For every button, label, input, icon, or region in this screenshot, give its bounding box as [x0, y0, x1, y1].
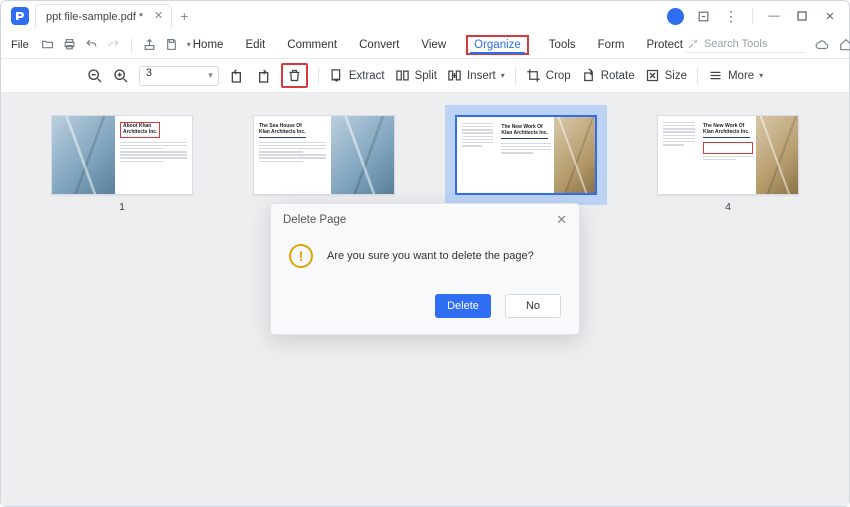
modal-overlay: Delete Page ✕ ! Are you sure you want to… — [1, 93, 849, 506]
tab-protect[interactable]: Protect — [645, 35, 685, 55]
tab-view[interactable]: View — [419, 35, 448, 55]
size-icon — [645, 68, 660, 83]
wand-icon — [687, 38, 699, 50]
rotate-icon — [581, 68, 596, 83]
split-label: Split — [415, 70, 437, 82]
rotate-button[interactable]: Rotate — [581, 68, 635, 83]
organize-toolbar: 3 ▾ Extract Split Insert ▾ Crop Rotate S… — [1, 59, 849, 93]
size-button[interactable]: Size — [645, 68, 687, 83]
insert-label: Insert — [467, 70, 496, 82]
split-icon — [395, 68, 410, 83]
delete-page-button[interactable] — [281, 63, 308, 88]
titlebar-right: ⋮ ― ✕ — [667, 7, 843, 25]
insert-button[interactable]: Insert ▾ — [447, 68, 505, 83]
menubar: File ▾ Home Edit Comment Convert View Or… — [1, 31, 849, 59]
document-tab[interactable]: ppt file-sample.pdf * ✕ — [35, 4, 172, 28]
main-tabs: Home Edit Comment Convert View Organize … — [191, 35, 685, 55]
thumbnail-canvas: About Khan Architects Inc. 1 The Sea Hou… — [1, 93, 849, 506]
app-icon — [11, 7, 29, 25]
undo-icon[interactable] — [85, 38, 98, 51]
cloud-icon[interactable] — [815, 38, 829, 52]
insert-icon — [447, 68, 462, 83]
user-avatar[interactable] — [667, 8, 684, 25]
home-icon[interactable] — [839, 38, 850, 52]
dialog-title: Delete Page — [283, 214, 346, 226]
document-tab-title: ppt file-sample.pdf * — [46, 11, 143, 23]
crop-button[interactable]: Crop — [526, 68, 571, 83]
no-button[interactable]: No — [505, 294, 561, 318]
rotate-right-icon[interactable] — [255, 68, 271, 84]
tab-comment[interactable]: Comment — [285, 35, 339, 55]
delete-page-dialog: Delete Page ✕ ! Are you sure you want to… — [270, 203, 580, 335]
dialog-close-icon[interactable]: ✕ — [556, 212, 567, 228]
page-number-input[interactable]: 3 ▾ — [139, 66, 219, 86]
titlebar: ppt file-sample.pdf * ✕ + ⋮ ― ✕ — [1, 1, 849, 31]
more-icon — [708, 68, 723, 83]
rotate-left-icon[interactable] — [229, 68, 245, 84]
tab-convert[interactable]: Convert — [357, 35, 401, 55]
more-button[interactable]: More ▾ — [708, 68, 763, 83]
app-menu-icon[interactable] — [694, 7, 712, 25]
zoom-out-icon[interactable] — [87, 68, 103, 84]
more-label: More — [728, 70, 754, 82]
delete-confirm-button[interactable]: Delete — [435, 294, 491, 318]
crop-icon — [526, 68, 541, 83]
dialog-message: Are you sure you want to delete the page… — [327, 250, 534, 262]
chevron-down-icon: ▾ — [501, 71, 505, 80]
open-icon[interactable] — [41, 38, 54, 51]
extract-icon — [329, 68, 344, 83]
chevron-down-icon: ▾ — [759, 71, 763, 80]
search-placeholder: Search Tools — [704, 38, 767, 50]
kebab-menu-icon[interactable]: ⋮ — [722, 7, 740, 25]
search-tools[interactable]: Search Tools — [685, 36, 805, 53]
new-tab-button[interactable]: + — [180, 8, 188, 24]
save-icon[interactable] — [165, 38, 178, 51]
tab-edit[interactable]: Edit — [243, 35, 267, 55]
redo-icon[interactable] — [107, 38, 120, 51]
menubar-right: Search Tools — [685, 36, 850, 53]
zoom-in-icon[interactable] — [113, 68, 129, 84]
page-number-value: 3 — [146, 67, 152, 79]
tab-form[interactable]: Form — [596, 35, 627, 55]
quick-access: ▾ — [41, 38, 191, 52]
file-menu[interactable]: File — [11, 39, 29, 51]
tab-tools[interactable]: Tools — [547, 35, 578, 55]
minimize-icon[interactable]: ― — [765, 7, 783, 25]
close-tab-icon[interactable]: ✕ — [154, 9, 163, 22]
tab-home[interactable]: Home — [191, 35, 226, 55]
rotate-label: Rotate — [601, 70, 635, 82]
chevron-down-icon[interactable]: ▾ — [208, 70, 213, 81]
extract-label: Extract — [349, 70, 385, 82]
warning-icon: ! — [289, 244, 313, 268]
maximize-icon[interactable] — [793, 7, 811, 25]
trash-icon — [287, 68, 302, 83]
print-icon[interactable] — [63, 38, 76, 51]
share-icon[interactable] — [143, 38, 156, 51]
crop-label: Crop — [546, 70, 571, 82]
extract-button[interactable]: Extract — [329, 68, 385, 83]
split-button[interactable]: Split — [395, 68, 437, 83]
size-label: Size — [665, 70, 687, 82]
close-window-icon[interactable]: ✕ — [821, 7, 839, 25]
tab-organize[interactable]: Organize — [466, 35, 529, 55]
